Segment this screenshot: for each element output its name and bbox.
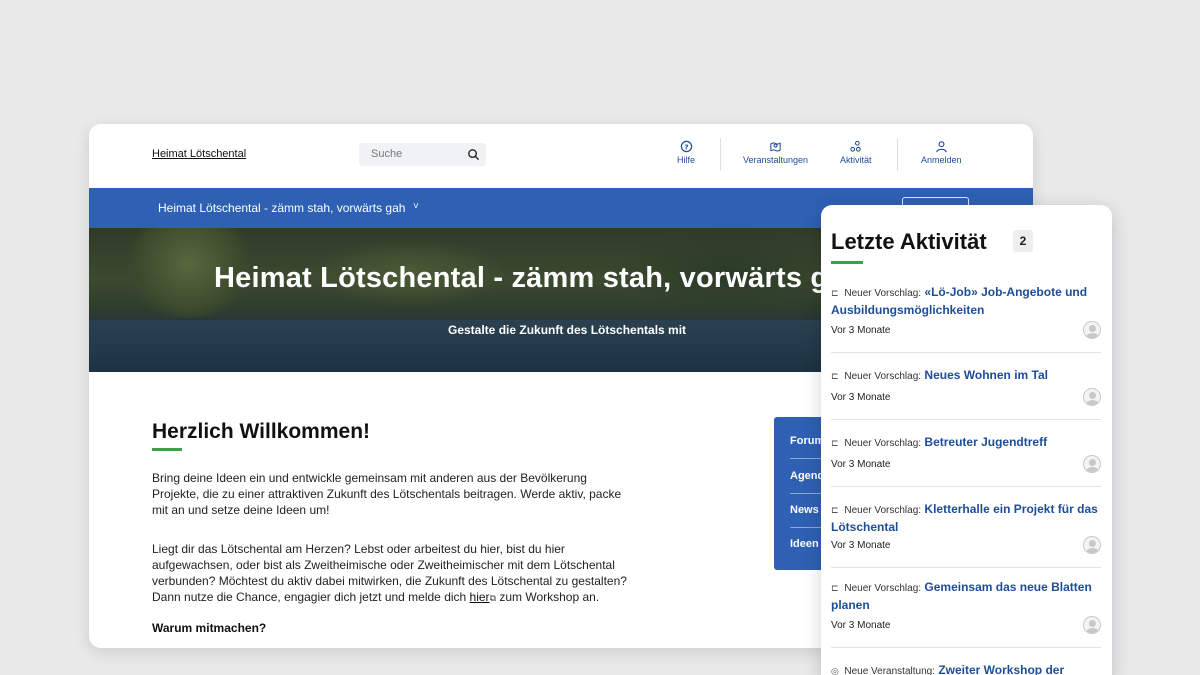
activity-link[interactable]: Betreuter Jugendtreff <box>924 435 1047 449</box>
avatar[interactable] <box>1083 388 1101 406</box>
activity-kind: Neue Veranstaltung: <box>844 666 935 675</box>
activity-time: Vor 3 Monate <box>831 620 891 631</box>
activity-time: Vor 3 Monate <box>831 392 891 403</box>
activity-kind: Neuer Vorschlag: <box>844 583 922 594</box>
proposal-icon: ⊏ <box>831 505 839 515</box>
activity-icon <box>850 140 861 152</box>
avatar[interactable] <box>1083 536 1101 554</box>
avatar[interactable] <box>1083 321 1101 339</box>
nav-divider <box>897 138 898 171</box>
activity-time: Vor 3 Monate <box>831 459 891 470</box>
workshop-paragraph: Liegt dir das Lötschental am Herzen? Leb… <box>152 541 632 606</box>
nav-hilfe[interactable]: ? Hilfe <box>677 140 695 165</box>
nav-divider <box>720 138 721 171</box>
proposal-icon: ⊏ <box>831 438 839 448</box>
avatar[interactable] <box>1083 616 1101 634</box>
activity-item[interactable]: ⊏ Neuer Vorschlag: Kletterhalle ein Proj… <box>831 501 1101 535</box>
site-title-link[interactable]: Heimat Lötschental <box>152 148 246 160</box>
help-icon: ? <box>680 140 692 153</box>
chevron-down-icon[interactable]: ˅ <box>413 201 419 212</box>
nav-aktivitaet-label: Aktivität <box>840 155 872 165</box>
side-menu-news[interactable]: News <box>790 504 819 516</box>
activity-panel: Letzte Aktivität 2 ⊏ Neuer Vorschlag: «L… <box>821 205 1112 675</box>
process-title[interactable]: Heimat Lötschental - zämm stah, vorwärts… <box>158 201 405 215</box>
workshop-link[interactable]: hier <box>470 590 490 604</box>
nav-anmelden[interactable]: Anmelden <box>921 140 962 165</box>
map-pin-icon <box>770 142 781 152</box>
hero-subtitle: Gestalte die Zukunft des Lötschentals mi… <box>448 323 687 337</box>
heading-underline <box>831 261 863 264</box>
why-heading: Warum mitmachen? <box>152 621 267 635</box>
activity-title: Letzte Aktivität <box>831 229 987 254</box>
activity-kind: Neuer Vorschlag: <box>844 371 922 382</box>
activity-item[interactable]: ⊏ Neuer Vorschlag: Gemeinsam das neue Bl… <box>831 579 1101 613</box>
user-icon <box>936 141 947 153</box>
activity-item[interactable]: ⊏ Neuer Vorschlag: Betreuter Jugendtreff <box>831 434 1101 452</box>
nav-hilfe-label: Hilfe <box>677 155 696 165</box>
search-input[interactable]: Suche <box>359 143 486 166</box>
activity-divider <box>831 486 1101 487</box>
proposal-icon: ⊏ <box>831 371 839 381</box>
activity-time: Vor 3 Monate <box>831 540 891 551</box>
external-link-icon: ⧉ <box>489 593 496 603</box>
activity-divider <box>831 567 1101 568</box>
proposal-icon: ⊏ <box>831 583 839 593</box>
heading-underline <box>152 448 182 451</box>
proposal-icon: ⊏ <box>831 288 839 298</box>
intro-paragraph: Bring deine Ideen ein und entwickle geme… <box>152 471 622 517</box>
activity-divider <box>831 419 1101 420</box>
site-header: Heimat Lötschental Suche ? Hilfe Veranst… <box>89 124 1033 188</box>
activity-divider <box>831 352 1101 353</box>
svg-text:?: ? <box>684 142 688 151</box>
side-menu-ideen[interactable]: Ideen <box>790 538 819 550</box>
activity-item[interactable]: ⊏ Neuer Vorschlag: Neues Wohnen im Tal <box>831 367 1101 385</box>
welcome-heading: Herzlich Willkommen! <box>152 420 371 443</box>
activity-kind: Neuer Vorschlag: <box>844 438 922 449</box>
activity-kind: Neuer Vorschlag: <box>844 505 922 516</box>
activity-item[interactable]: ◎ Neue Veranstaltung: Zweiter Workshop d… <box>831 662 1101 675</box>
hero-title: Heimat Lötschental - zämm stah, vorwärts… <box>214 262 863 294</box>
nav-veranstaltungen[interactable]: Veranstaltungen <box>743 140 808 165</box>
activity-item[interactable]: ⊏ Neuer Vorschlag: «Lö-Job» Job-Angebote… <box>831 284 1101 318</box>
activity-time: Vor 3 Monate <box>831 325 891 336</box>
activity-divider <box>831 647 1101 648</box>
avatar[interactable] <box>1083 455 1101 473</box>
event-pin-icon: ◎ <box>831 666 839 675</box>
activity-link[interactable]: Neues Wohnen im Tal <box>924 368 1048 382</box>
workshop-text-end: zum Workshop an. <box>499 590 600 604</box>
side-menu-forum[interactable]: Forum <box>790 435 824 447</box>
search-placeholder: Suche <box>371 148 403 160</box>
nav-anmelden-label: Anmelden <box>921 155 962 165</box>
nav-veranstaltungen-label: Veranstaltungen <box>743 155 809 165</box>
activity-link[interactable]: Zweiter Workshop der <box>938 663 1064 675</box>
search-icon[interactable] <box>467 148 480 161</box>
nav-aktivitaet[interactable]: Aktivität <box>840 140 872 165</box>
activity-count-badge: 2 <box>1013 230 1033 252</box>
activity-kind: Neuer Vorschlag: <box>844 288 922 299</box>
